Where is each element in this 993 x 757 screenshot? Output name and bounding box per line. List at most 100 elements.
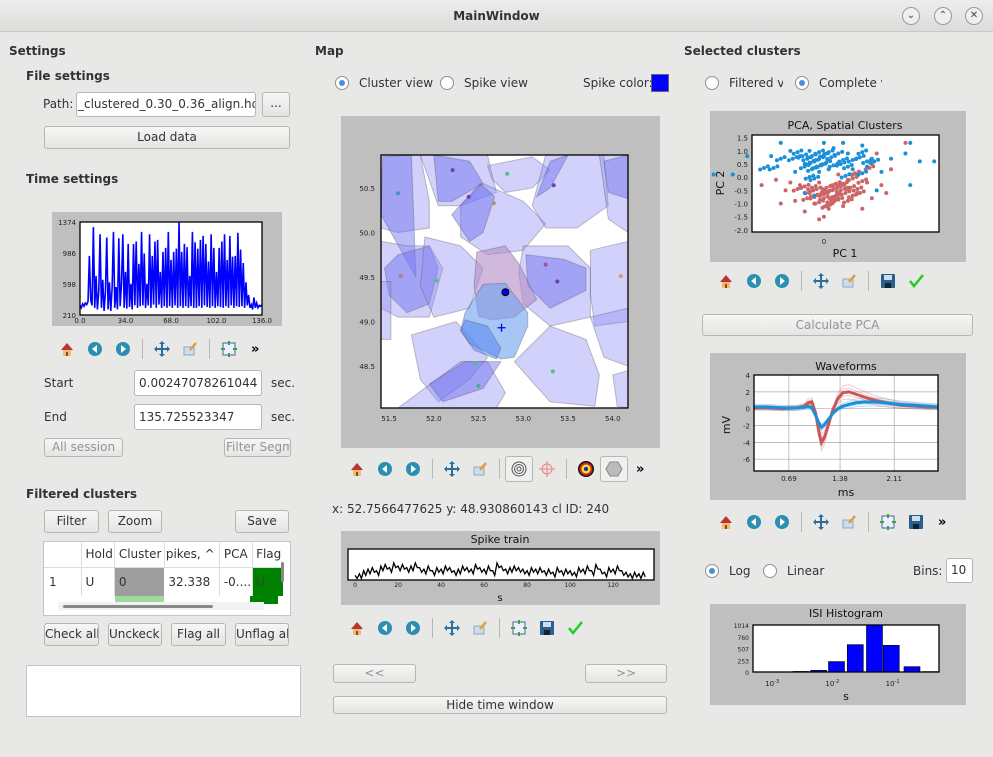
move-button[interactable] xyxy=(148,336,176,362)
hexagon-button[interactable] xyxy=(600,456,628,482)
back-button[interactable] xyxy=(371,615,399,641)
spike-train-chart[interactable]: Spike train 0 20 40 60 80 100 120 s xyxy=(341,531,660,605)
home-button[interactable] xyxy=(712,509,740,535)
clusters-table[interactable]: Hold Cluster pikes, ^ PCA Flag 1 U 0 32.… xyxy=(43,541,291,616)
header-hold[interactable]: Hold xyxy=(81,542,115,567)
scatter-point xyxy=(861,153,866,158)
scatter-point xyxy=(821,214,826,219)
pca-chart[interactable]: PCA, Spatial Clusters 0 1.5 1.0 0.5 0.0 -0.5 -1… xyxy=(710,111,966,262)
cell-flag[interactable]: U xyxy=(252,567,283,596)
path-input[interactable]: _clustered_0.30_0.36_align.hdf5 xyxy=(76,92,256,117)
spike-view-radio[interactable] xyxy=(440,76,454,90)
edit-axis-button[interactable] xyxy=(466,456,494,482)
header-pca[interactable]: PCA xyxy=(219,542,254,567)
forward-button[interactable] xyxy=(768,268,796,294)
isi-histogram-chart[interactable]: ISI Histogram10-3 10-2 10-102535077601014s xyxy=(710,604,966,705)
minimize-button[interactable]: ⌄ xyxy=(902,7,920,25)
configure-button[interactable] xyxy=(874,509,902,535)
forward-button[interactable] xyxy=(109,336,137,362)
back-button[interactable] xyxy=(740,268,768,294)
move-button[interactable] xyxy=(807,509,835,535)
previous-button[interactable]: << xyxy=(333,664,416,683)
filter-segment-button[interactable]: Filter Segme xyxy=(224,438,291,457)
hide-time-window-button[interactable]: Hide time window xyxy=(333,696,667,714)
overflow-icon: » xyxy=(251,342,259,357)
log-radio[interactable] xyxy=(705,564,719,578)
check-all-button[interactable]: Check all xyxy=(44,623,99,646)
move-button[interactable] xyxy=(807,268,835,294)
unflag-all-button[interactable]: Unflag all xyxy=(235,623,289,646)
linear-radio[interactable] xyxy=(763,564,777,578)
close-button[interactable]: ✕ xyxy=(965,7,983,25)
save-button[interactable] xyxy=(902,509,930,535)
flag-all-button[interactable]: Flag all xyxy=(171,623,226,646)
save-button[interactable]: Save xyxy=(235,510,289,533)
back-button[interactable] xyxy=(371,456,399,482)
edit-axis-button[interactable] xyxy=(466,615,494,641)
next-button[interactable]: >> xyxy=(585,664,667,683)
home-button[interactable] xyxy=(712,268,740,294)
save-icon xyxy=(881,274,895,288)
back-button[interactable] xyxy=(81,336,109,362)
header-spikes[interactable]: pikes, ^ xyxy=(164,542,220,567)
save-button[interactable] xyxy=(874,268,902,294)
y-tick-label: 2 xyxy=(746,389,750,397)
table-row[interactable]: 1 U 0 32.338 -0.... U xyxy=(44,567,283,596)
header-flag[interactable]: Flag xyxy=(253,542,283,567)
cell-pca[interactable]: -0.... xyxy=(219,567,254,596)
cluster-view-radio[interactable] xyxy=(335,76,349,90)
move-button[interactable] xyxy=(438,456,466,482)
all-session-button[interactable]: All session xyxy=(44,438,123,457)
zoom-button[interactable]: Zoom xyxy=(108,510,162,533)
scatter-point xyxy=(759,183,764,188)
overflow-button[interactable]: » xyxy=(243,336,271,362)
spike-color-button[interactable] xyxy=(651,74,669,92)
header-cluster[interactable]: Cluster xyxy=(114,542,165,567)
uncheck-all-button[interactable]: Unckeck al xyxy=(108,623,162,646)
back-button[interactable] xyxy=(740,509,768,535)
end-input[interactable]: 135.725523347 xyxy=(134,404,262,430)
x-tick-label: 60 xyxy=(480,582,488,589)
log-text-area[interactable] xyxy=(26,665,301,717)
bins-input[interactable]: 10 xyxy=(946,558,973,583)
vertical-scrollbar[interactable] xyxy=(280,560,286,590)
home-button[interactable] xyxy=(343,615,371,641)
forward-button[interactable] xyxy=(768,509,796,535)
bullseye-icon xyxy=(578,461,594,477)
move-button[interactable] xyxy=(438,615,466,641)
cell-spikes[interactable]: 32.338 xyxy=(164,567,220,596)
home-button[interactable] xyxy=(343,456,371,482)
waveforms-chart[interactable]: Waveforms 0.69 1.38 2.11 4 2 0 -2 -4 -6 ms mV xyxy=(710,353,966,500)
time-histogram-chart[interactable]: 0.0 34.0 68.0 102.0 136.0 210 598 986 1374 xyxy=(52,212,282,326)
configure-button[interactable] xyxy=(505,615,533,641)
start-input[interactable]: 0.00247078261044 xyxy=(134,370,262,396)
crosshair-button[interactable] xyxy=(533,456,561,482)
complete-view-radio[interactable] xyxy=(795,76,809,90)
overflow-button[interactable]: » xyxy=(930,509,958,535)
browse-button[interactable]: ... xyxy=(262,92,290,117)
cluster-map-chart[interactable]: 51.5 52.0 52.5 53.0 53.5 54.0 48.5 49.0 49.5 50.0… xyxy=(341,116,660,448)
cell-hold[interactable]: U xyxy=(81,567,115,596)
check-button[interactable] xyxy=(902,268,930,294)
cell-cluster[interactable]: 0 xyxy=(114,567,165,596)
save-button[interactable] xyxy=(533,615,561,641)
filtered-view-radio[interactable] xyxy=(705,76,719,90)
overflow-button[interactable]: » xyxy=(628,456,656,482)
maximize-button[interactable]: ⌃ xyxy=(934,7,952,25)
calculate-pca-button[interactable]: Calculate PCA xyxy=(702,314,973,336)
overflow-icon: » xyxy=(938,515,946,530)
concentric-target-button[interactable] xyxy=(505,456,533,482)
configure-button[interactable] xyxy=(215,336,243,362)
forward-button[interactable] xyxy=(399,456,427,482)
load-data-button[interactable]: Load data xyxy=(44,126,290,149)
bullseye-button[interactable] xyxy=(572,456,600,482)
check-button[interactable] xyxy=(561,615,589,641)
edit-axis-button[interactable] xyxy=(835,268,863,294)
edit-axis-button[interactable] xyxy=(176,336,204,362)
home-button[interactable] xyxy=(53,336,81,362)
scatter-point xyxy=(802,164,807,169)
filter-button[interactable]: Filter xyxy=(44,510,99,533)
forward-button[interactable] xyxy=(399,615,427,641)
edit-axis-button[interactable] xyxy=(835,509,863,535)
horizontal-scrollbar[interactable] xyxy=(58,602,264,610)
